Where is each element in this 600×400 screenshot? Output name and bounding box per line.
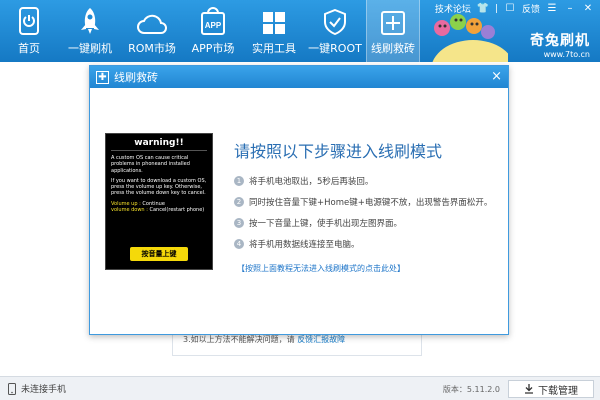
vol-up-text: Continue <box>142 200 165 207</box>
nav-root[interactable]: 一键ROOT <box>304 0 366 62</box>
step-text: 同时按住音量下键+Home键+电源键不放，出现警告界面松开。 <box>249 197 493 208</box>
feedback-icon[interactable]: ☐ <box>504 3 516 15</box>
step-item: 4 将手机用数据线连接至电脑。 <box>234 233 502 254</box>
brand-url: www.7to.cn <box>543 50 590 59</box>
step-number: 3 <box>234 217 244 228</box>
nav-label: 一键刷机 <box>68 42 112 55</box>
device-status-text: 未连接手机 <box>21 385 67 395</box>
rocket-icon <box>81 8 99 34</box>
feedback-report-link[interactable]: 反馈汇报故障 <box>297 335 345 344</box>
device-status: 未连接手机 <box>0 382 66 395</box>
rescue-icon: ✚ <box>96 70 109 84</box>
step-number: 4 <box>234 238 244 249</box>
top-toolbar: 首页 一键刷机 ROM市场 APP APP市场 实用工具 一键ROOT 线刷救砖 <box>0 0 600 62</box>
nav-home[interactable]: 首页 <box>0 0 58 62</box>
rescue-icon <box>381 11 405 35</box>
grid-icon <box>263 12 285 34</box>
download-manager-button[interactable]: 下载管理 <box>508 380 594 398</box>
minimize-icon[interactable]: – <box>564 3 576 15</box>
mascot-illustration <box>432 14 508 62</box>
nav-label: 线刷救砖 <box>371 42 415 55</box>
brand-logo: 奇兔刷机 www.7to.cn <box>530 30 590 59</box>
close-icon[interactable]: ✕ <box>582 3 594 15</box>
help-card-text: 3.如以上方法不能解决问题，请 <box>183 335 295 344</box>
download-manager-label: 下载管理 <box>538 385 578 397</box>
divider: | <box>494 3 498 14</box>
feedback-link[interactable]: 反馈 <box>522 2 540 15</box>
nav-label: ROM市场 <box>128 42 176 55</box>
dialog-heading: 请按照以下步骤进入线刷模式 <box>234 142 443 161</box>
dialog-title: 线刷救砖 <box>114 71 158 84</box>
menu-icon[interactable]: ☰ <box>546 3 558 15</box>
step-item: 2 同时按住音量下键+Home键+电源键不放，出现警告界面松开。 <box>234 191 502 212</box>
brand-name: 奇兔刷机 <box>530 33 590 49</box>
step-item: 1 将手机电池取出，5秒后再装回。 <box>234 170 502 191</box>
vol-down-label: volume down : <box>111 206 148 213</box>
status-bar: 未连接手机 版本：5.11.2.0 下载管理 <box>0 376 600 400</box>
nav-one-click-flash[interactable]: 一键刷机 <box>58 0 122 62</box>
dialog-close-button[interactable]: × <box>491 69 502 84</box>
nav-label: 实用工具 <box>252 42 296 55</box>
shield-icon <box>324 9 346 35</box>
phone-text-2: If you want to download a custom OS, pre… <box>111 177 207 197</box>
vol-up-label: Volume up : <box>111 200 141 207</box>
phone-icon <box>8 382 16 395</box>
shirt-icon[interactable]: 👕 <box>477 3 489 15</box>
nav-label: 一键ROOT <box>308 42 362 55</box>
vol-down-text: Cancel(restart phone) <box>149 206 205 213</box>
app-bag-icon: APP <box>201 7 225 35</box>
step-number: 2 <box>234 196 244 207</box>
svg-text:APP: APP <box>205 21 222 30</box>
phone-text-1: A custom OS can cause critical problems … <box>111 155 190 174</box>
step-text: 将手机用数据线连接至电脑。 <box>249 239 360 250</box>
step-number: 1 <box>234 175 244 186</box>
window-controls-area: 技术论坛 👕 | ☐ 反馈 ☰ – ✕ <box>435 2 594 15</box>
dialog-titlebar: ✚ 线刷救砖 × <box>90 66 508 88</box>
step-item: 3 按一下音量上键，使手机出现左图界面。 <box>234 212 502 233</box>
nav-rom-market[interactable]: ROM市场 <box>122 0 182 62</box>
version-text: 版本：5.11.2.0 <box>442 385 500 394</box>
press-volume-up-label: 按音量上键 <box>130 247 188 261</box>
nav-tools[interactable]: 实用工具 <box>244 0 304 62</box>
forum-link[interactable]: 技术论坛 <box>435 2 471 15</box>
nav-app-market[interactable]: APP APP市场 <box>182 0 244 62</box>
step-text: 按一下音量上键，使手机出现左图界面。 <box>249 218 403 229</box>
download-icon <box>525 384 533 394</box>
main-nav: 首页 一键刷机 ROM市场 APP APP市场 实用工具 一键ROOT 线刷救砖 <box>0 0 420 62</box>
phone-warning-title: warning!! <box>111 138 207 151</box>
nav-label: 首页 <box>18 42 40 55</box>
phone-warning-screen: warning!! A custom OS can cause critical… <box>105 133 213 270</box>
nav-rescue[interactable]: 线刷救砖 <box>366 0 420 62</box>
cloud-icon <box>137 14 167 34</box>
steps-list: 1 将手机电池取出，5秒后再装回。 2 同时按住音量下键+Home键+电源键不放，出… <box>234 170 502 254</box>
cannot-enter-mode-link[interactable]: 【按照上面教程无法进入线刷模式的点击此处】 <box>237 263 405 274</box>
rescue-dialog: ✚ 线刷救砖 × warning!! A custom OS can cause… <box>89 65 509 335</box>
step-text: 将手机电池取出，5秒后再装回。 <box>249 176 374 187</box>
nav-label: APP市场 <box>191 42 235 55</box>
home-icon <box>19 7 39 35</box>
